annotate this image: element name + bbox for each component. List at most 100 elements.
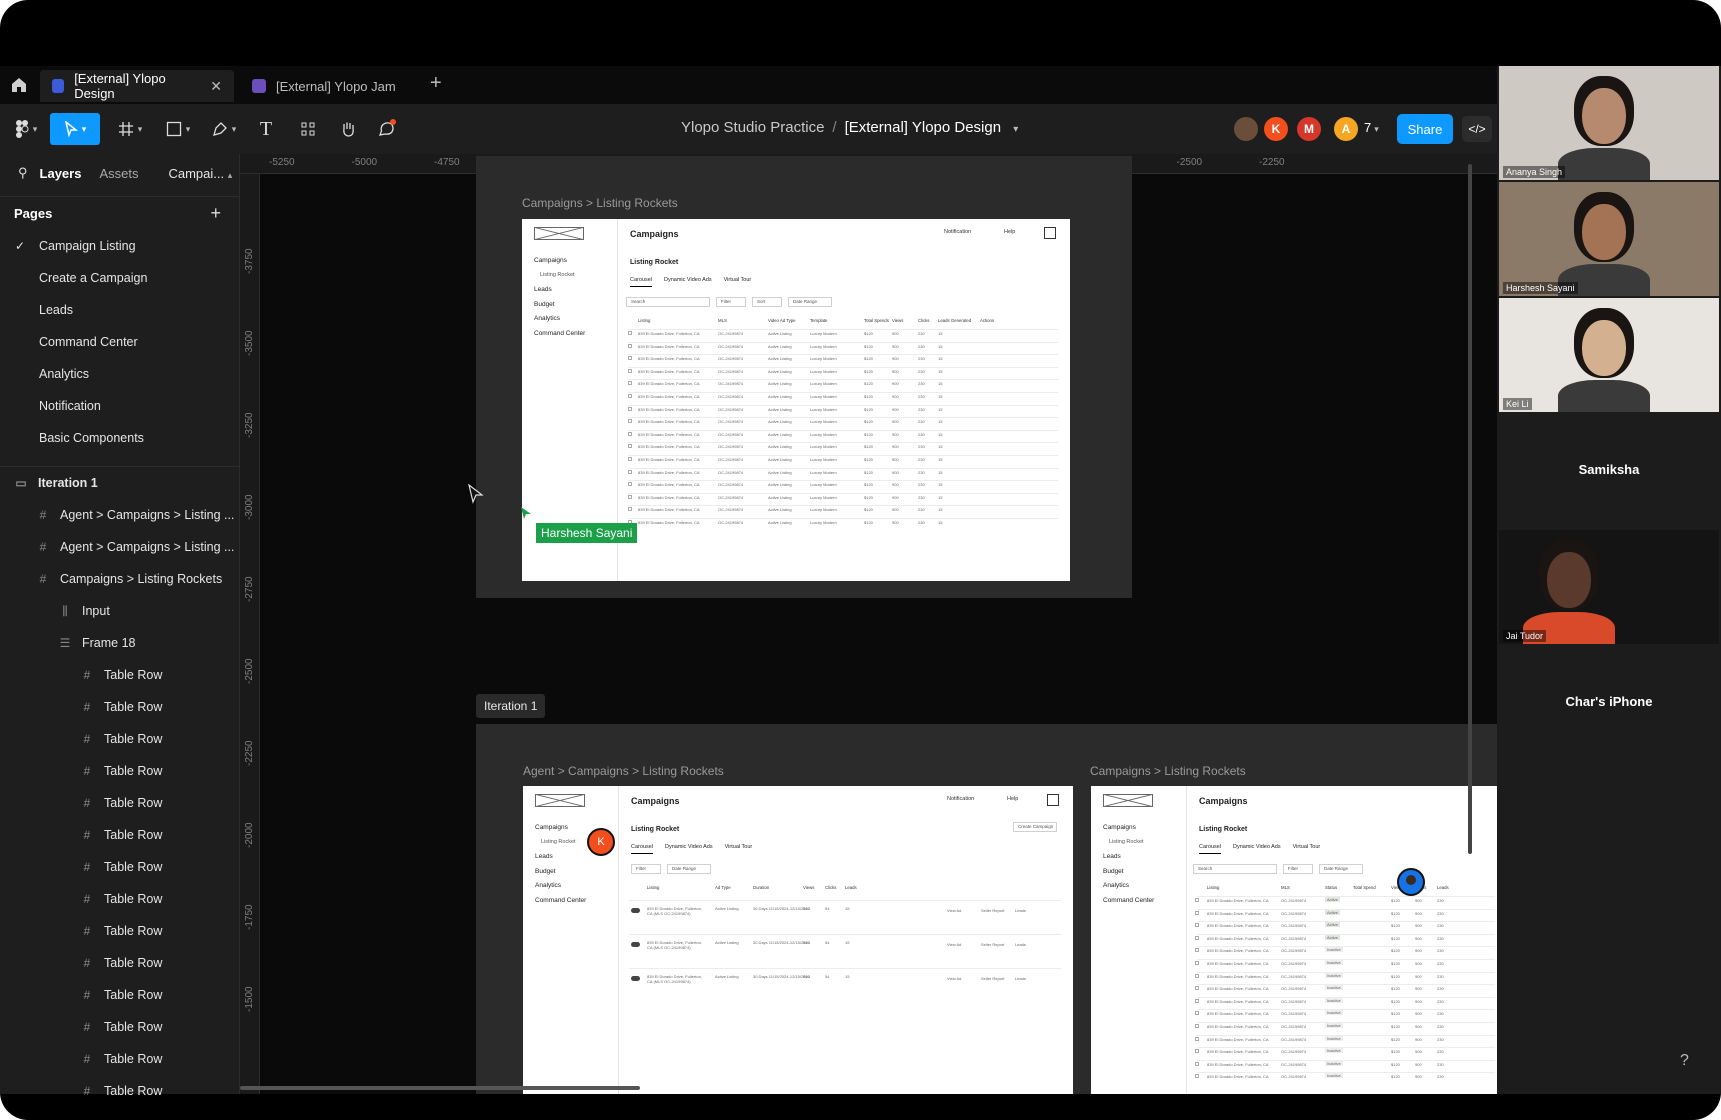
layer-row[interactable]: # Campaigns > Listing Rockets — [0, 563, 239, 595]
home-icon[interactable] — [8, 74, 30, 96]
mock-cell: 230 — [918, 431, 925, 437]
layer-row[interactable]: ☰ Frame 18 — [0, 627, 239, 659]
page-item[interactable]: Leads — [0, 294, 239, 326]
participant-tile[interactable]: Jai Tudor — [1499, 530, 1719, 644]
dev-mode-button[interactable]: </> — [1462, 116, 1492, 142]
checkbox-icon — [1195, 961, 1199, 965]
layer-row[interactable]: # Table Row — [0, 947, 239, 979]
mock-cell: 839 El Dorado Drive, Fullerton, CA — [638, 469, 700, 475]
layer-row[interactable]: ⫼ Input — [0, 595, 239, 627]
page-item[interactable]: Command Center — [0, 326, 239, 358]
layer-row[interactable]: # Table Row — [0, 819, 239, 851]
mock-cell: 15 — [938, 520, 943, 525]
horizontal-scrollbar[interactable] — [240, 1086, 640, 1090]
main-menu-icon[interactable]: ▾ — [10, 113, 42, 145]
participant-tile[interactable]: Harshesh Sayani — [1499, 182, 1719, 296]
mock-row-divider — [629, 900, 1061, 901]
add-page-icon[interactable]: + — [210, 203, 221, 224]
mock-search: Search — [626, 297, 710, 307]
page-item[interactable]: ✓ Campaign Listing — [0, 230, 239, 262]
frame-label[interactable]: Campaigns > Listing Rockets — [522, 196, 678, 210]
avatar[interactable]: M — [1297, 117, 1321, 141]
mock-row-divider — [1197, 921, 1495, 923]
chevron-down-icon[interactable]: ▾ — [1013, 124, 1018, 135]
layer-row[interactable]: # Table Row — [0, 851, 239, 883]
mock-cell: 230 — [918, 482, 925, 488]
avatar[interactable]: A — [1334, 117, 1358, 141]
tab-ylopo-design[interactable]: [External] Ylopo Design ✕ — [40, 70, 234, 102]
layer-row[interactable]: # Agent > Campaigns > Listing ... — [0, 499, 239, 531]
participant-tile[interactable]: Samiksha — [1499, 414, 1719, 528]
page-item[interactable]: Create a Campaign — [0, 262, 239, 294]
frame-tool-icon[interactable]: ▾ — [112, 113, 148, 145]
layer-row[interactable]: # Agent > Campaigns > Listing ... — [0, 531, 239, 563]
mock-cell: 230 — [918, 381, 925, 387]
mock-subtitle: Listing Rocket — [631, 826, 680, 833]
page-item[interactable]: Analytics — [0, 358, 239, 390]
tab-ylopo-jam[interactable]: [External] Ylopo Jam — [240, 70, 416, 102]
mock-cell: 839 El Dorado Drive, Fullerton, CA (MLS … — [647, 906, 702, 916]
participant-tile[interactable]: Char's iPhone — [1499, 646, 1719, 760]
section-label[interactable]: Iteration 1 — [476, 694, 546, 718]
layer-row[interactable]: # Table Row — [0, 787, 239, 819]
tab-assets[interactable]: Assets — [99, 166, 138, 181]
canvas[interactable]: -5250-5000-4750-4500-4250-4000-3750-3500… — [240, 154, 1497, 1094]
new-tab-icon[interactable]: + — [430, 72, 442, 95]
layer-row[interactable]: # Table Row — [0, 1075, 239, 1107]
mock-cell: OC-24199874 — [1281, 973, 1307, 979]
file-title[interactable]: Ylopo Studio Practice / [External] Ylopo D… — [681, 119, 1018, 136]
mock-row-divider — [1197, 1009, 1495, 1011]
layer-row[interactable]: ▭ Iteration 1 — [0, 467, 239, 499]
components-icon[interactable] — [296, 113, 320, 145]
move-tool-icon[interactable]: ▾ — [50, 113, 100, 145]
layer-row[interactable]: # Table Row — [0, 659, 239, 691]
close-icon[interactable]: ✕ — [210, 78, 222, 95]
checkbox-icon — [628, 394, 632, 398]
layer-row[interactable]: # Table Row — [0, 883, 239, 915]
layer-row[interactable]: # Table Row — [0, 1043, 239, 1075]
tab-layers[interactable]: Layers — [40, 166, 82, 181]
rectangle-tool-icon[interactable]: ▾ — [160, 113, 196, 145]
layer-row[interactable]: # Table Row — [0, 723, 239, 755]
page-switcher[interactable]: Campai... ▴ — [168, 166, 232, 181]
checkbox-icon — [1195, 898, 1199, 902]
page-item[interactable]: Basic Components — [0, 422, 239, 454]
help-icon[interactable]: ? — [1680, 1052, 1689, 1070]
avatar[interactable]: K — [1264, 117, 1288, 141]
mock-cell: 15 — [938, 419, 943, 425]
mock-cell: 839 El Dorado Drive, Fullerton, CA — [1207, 1074, 1269, 1080]
vertical-scrollbar[interactable] — [1468, 164, 1472, 854]
avatar[interactable] — [1234, 117, 1258, 141]
layer-row[interactable]: # Table Row — [0, 1011, 239, 1043]
comment-icon[interactable] — [374, 113, 400, 145]
mock-cell: $120 — [1391, 1024, 1400, 1029]
mock-nav-item: Analytics — [535, 882, 562, 889]
file-name: [External] Ylopo Design — [844, 119, 1002, 136]
share-button[interactable]: Share — [1397, 114, 1453, 144]
mock-column-header: Status — [1325, 885, 1338, 890]
status-badge: Inactive — [1325, 985, 1343, 991]
mock-cell: OC-24199874 — [1281, 986, 1307, 992]
page-item[interactable]: Notification — [0, 390, 239, 422]
pen-tool-icon[interactable]: ▾ — [206, 113, 242, 145]
mock-cell: 230 — [918, 419, 925, 425]
mock-cell: $120 — [864, 431, 873, 437]
mock-cell: 839 El Dorado Drive, Fullerton, CA — [638, 356, 700, 362]
hand-tool-icon[interactable] — [336, 113, 360, 145]
participant-tile[interactable]: Kei Li — [1499, 298, 1719, 412]
layer-row[interactable]: # Table Row — [0, 755, 239, 787]
collaborator-count[interactable]: 7 ▾ — [1364, 120, 1379, 135]
participant-tile[interactable]: Ananya Singh — [1499, 66, 1719, 180]
frame-label[interactable]: Agent > Campaigns > Listing Rockets — [523, 764, 724, 778]
layer-row[interactable]: # Table Row — [0, 915, 239, 947]
frame-campaigns-listing-rockets-2[interactable]: Campaigns Listing Rocket Leads Budget Analyt… — [1091, 786, 1497, 1094]
video-call-panel: Ananya Singh Harshesh Sayani Kei Li Samiksh… — [1497, 66, 1721, 1094]
mock-cell: 839 El Dorado Drive, Fullerton, CA — [1207, 935, 1269, 941]
screen-frame: [External] Ylopo Design ✕ [External] Ylo… — [0, 0, 1721, 1120]
layer-row[interactable]: # Table Row — [0, 691, 239, 723]
mock-row-divider — [1197, 896, 1495, 897]
frame-label[interactable]: Campaigns > Listing Rockets — [1090, 764, 1246, 778]
layer-row[interactable]: # Table Row — [0, 979, 239, 1011]
search-icon[interactable]: ⚲ — [18, 165, 28, 181]
text-tool-icon[interactable]: T — [254, 113, 278, 145]
